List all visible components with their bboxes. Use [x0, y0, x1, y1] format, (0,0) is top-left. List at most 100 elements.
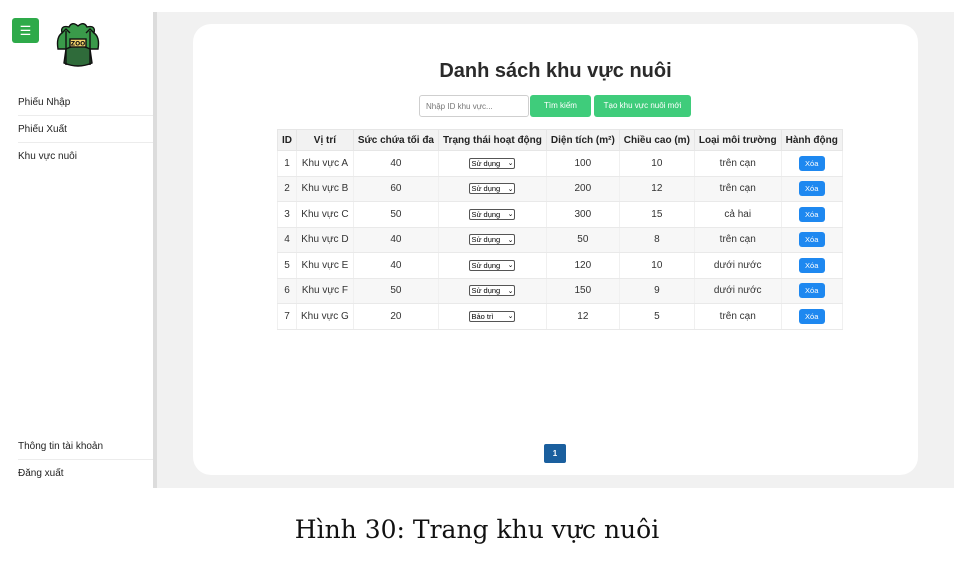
cell-status: Sử dụng ⌄ — [438, 252, 547, 279]
cell-action: Xóa — [780, 150, 843, 177]
chevron-down-icon: ⌄ — [507, 160, 514, 168]
chevron-down-icon: ⌄ — [507, 211, 514, 219]
chevron-down-icon: ⌄ — [507, 262, 514, 270]
header-id: ID — [277, 129, 297, 151]
areas-table-container: ID Vị trí Sức chứa tối đa Trạng thái hoạ… — [277, 129, 843, 330]
cell-location: Khu vực A — [296, 150, 354, 177]
nav-account-info[interactable]: Thông tin tài khoản — [18, 433, 154, 460]
cell-status: Bảo trì ⌄ — [438, 303, 547, 330]
table-row: 4 Khu vực D 40 Sử dụng ⌄ 50 8 trên cạn Xó… — [277, 227, 843, 253]
pagination-page-button[interactable]: 1 — [544, 444, 566, 463]
cell-status: Sử dụng ⌄ — [438, 201, 547, 228]
header-action: Hành động — [780, 129, 843, 151]
chevron-down-icon: ⌄ — [507, 313, 514, 321]
status-select[interactable]: Sử dụng ⌄ — [469, 183, 516, 195]
delete-button[interactable]: Xóa — [798, 155, 825, 171]
delete-button[interactable]: Xóa — [798, 308, 825, 324]
cell-height: 12 — [618, 176, 695, 202]
nav-phieu-nhap[interactable]: Phiếu Nhập — [18, 89, 154, 116]
cell-capacity: 60 — [352, 176, 440, 202]
cell-location: Khu vực C — [296, 201, 354, 228]
cell-id: 5 — [277, 252, 297, 279]
cell-environment: trên cạn — [693, 176, 782, 202]
areas-table: ID Vị trí Sức chứa tối đa Trạng thái hoạ… — [277, 129, 843, 330]
cell-location: Khu vực B — [296, 176, 354, 202]
status-select[interactable]: Sử dụng ⌄ — [469, 157, 516, 169]
table-row: 6 Khu vực F 50 Sử dụng ⌄ 150 9 dưới nước … — [277, 278, 843, 304]
table-header-row: ID Vị trí Sức chứa tối đa Trạng thái hoạ… — [277, 129, 843, 151]
header-location: Vị trí — [296, 129, 354, 151]
cell-location: Khu vực E — [296, 252, 354, 279]
table-row: 7 Khu vực G 20 Bảo trì ⌄ 12 5 trên cạn Xó… — [277, 303, 843, 330]
status-select[interactable]: Bảo trì ⌄ — [469, 310, 516, 322]
zoo-logo: ZOO — [52, 19, 104, 71]
nav-phieu-xuat[interactable]: Phiếu Xuất — [18, 116, 154, 143]
cell-capacity: 40 — [352, 227, 440, 253]
status-select[interactable]: Sử dụng ⌄ — [469, 259, 516, 271]
header-environment: Loại môi trường — [693, 129, 782, 151]
delete-button[interactable]: Xóa — [798, 232, 825, 248]
cell-id: 3 — [277, 201, 297, 228]
delete-button[interactable]: Xóa — [798, 181, 825, 197]
delete-button[interactable]: Xóa — [798, 206, 825, 222]
table-body: 1 Khu vực A 40 Sử dụng ⌄ 100 10 trên cạn … — [277, 150, 843, 330]
status-value: Sử dụng — [471, 158, 501, 168]
cell-action: Xóa — [780, 303, 843, 330]
svg-text:ZOO: ZOO — [71, 41, 86, 48]
chevron-down-icon: ⌄ — [507, 185, 514, 193]
content-card: Danh sách khu vực nuôi Tìm kiếm Tạo khu … — [193, 24, 918, 475]
menu-toggle-button[interactable]: ☰ — [12, 18, 39, 43]
cell-area: 300 — [545, 201, 620, 228]
cell-action: Xóa — [780, 201, 843, 228]
figure-caption: Hình 30: Trang khu vực nuôi — [294, 515, 660, 544]
status-select[interactable]: Sử dụng ⌄ — [469, 208, 516, 220]
cell-area: 50 — [545, 227, 620, 253]
cell-status: Sử dụng ⌄ — [438, 227, 547, 253]
cell-location: Khu vực G — [296, 303, 354, 330]
chevron-down-icon: ⌄ — [507, 236, 514, 244]
delete-button[interactable]: Xóa — [798, 283, 825, 299]
page-title: Danh sách khu vực nuôi — [439, 60, 672, 82]
table-row: 5 Khu vực E 40 Sử dụng ⌄ 120 10 dưới nước… — [277, 252, 843, 279]
cell-location: Khu vực D — [296, 227, 354, 253]
cell-capacity: 40 — [352, 252, 440, 279]
status-select[interactable]: Sử dụng ⌄ — [469, 285, 516, 297]
cell-id: 4 — [277, 227, 297, 253]
status-value: Sử dụng — [471, 184, 501, 194]
cell-area: 12 — [545, 303, 620, 330]
cell-environment: dưới nước — [693, 252, 782, 279]
cell-environment: trên cạn — [693, 150, 782, 177]
cell-height: 8 — [618, 227, 695, 253]
cell-area: 120 — [545, 252, 620, 279]
delete-button[interactable]: Xóa — [798, 257, 825, 273]
cell-height: 5 — [618, 303, 695, 330]
cell-action: Xóa — [780, 227, 843, 253]
status-value: Sử dụng — [471, 209, 501, 219]
nav-khu-vuc-nuoi[interactable]: Khu vực nuôi — [18, 143, 154, 170]
cell-action: Xóa — [780, 176, 843, 202]
cell-location: Khu vực F — [296, 278, 354, 304]
cell-capacity: 20 — [352, 303, 440, 330]
cell-area: 100 — [545, 150, 620, 177]
cell-status: Sử dụng ⌄ — [438, 150, 547, 177]
table-row: 3 Khu vực C 50 Sử dụng ⌄ 300 15 cả hai Xó… — [277, 201, 843, 228]
table-row: 2 Khu vực B 60 Sử dụng ⌄ 200 12 trên cạn … — [277, 176, 843, 202]
header-height: Chiều cao (m) — [618, 129, 695, 151]
create-area-button[interactable]: Tạo khu vực nuôi mới — [594, 95, 691, 117]
cell-environment: trên cạn — [693, 303, 782, 330]
status-value: Sử dụng — [471, 235, 501, 245]
cell-capacity: 40 — [352, 150, 440, 177]
search-input[interactable] — [419, 95, 529, 117]
app-window: ☰ ZOO Phiếu Nhập Phiếu Xuất Khu vực nuôi… — [0, 12, 968, 488]
nav-logout[interactable]: Đăng xuất — [18, 460, 154, 487]
cell-status: Sử dụng ⌄ — [438, 278, 547, 304]
status-value: Sử dụng — [471, 260, 501, 270]
status-select[interactable]: Sử dụng ⌄ — [469, 234, 516, 246]
search-button[interactable]: Tìm kiếm — [530, 95, 591, 117]
chevron-down-icon: ⌄ — [507, 287, 514, 295]
cell-area: 150 — [545, 278, 620, 304]
cell-id: 1 — [277, 150, 297, 177]
table-row: 1 Khu vực A 40 Sử dụng ⌄ 100 10 trên cạn … — [277, 150, 843, 177]
cell-status: Sử dụng ⌄ — [438, 176, 547, 202]
cell-area: 200 — [545, 176, 620, 202]
